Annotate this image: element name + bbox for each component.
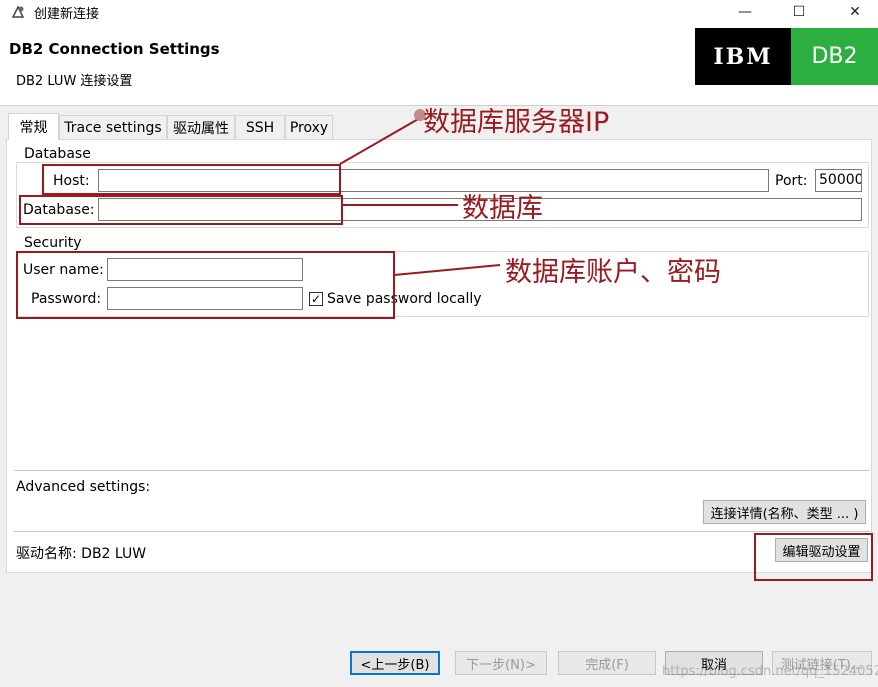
- connection-wizard-icon: [11, 5, 25, 18]
- connection-details-button[interactable]: 连接详情(名称、类型 ... ): [703, 500, 866, 524]
- database-annotation: 数据库: [462, 193, 543, 224]
- tab-general[interactable]: 常规: [8, 113, 59, 140]
- host-annotation-box: [42, 164, 341, 195]
- page-subtitle: DB2 LUW 连接设置: [16, 74, 133, 89]
- page-title: DB2 Connection Settings: [9, 40, 220, 58]
- port-label: Port:: [775, 173, 808, 189]
- tab-proxy[interactable]: Proxy: [285, 115, 333, 139]
- port-input[interactable]: 50000: [815, 169, 862, 192]
- window-title: 创建新连接: [34, 7, 100, 22]
- db2-logo: DB2: [791, 28, 878, 85]
- security-group-label: Security: [22, 235, 84, 251]
- database-annotation-box: [19, 195, 343, 225]
- close-button[interactable]: ✕: [832, 0, 878, 24]
- driver-name-label: 驱动名称: DB2 LUW: [16, 546, 147, 562]
- ibm-logo: IBM: [695, 28, 791, 85]
- tab-trace-settings[interactable]: Trace settings: [59, 115, 167, 139]
- account-annotation: 数据库账户、密码: [505, 257, 721, 288]
- separator: [14, 470, 870, 471]
- window-titlebar: 创建新连接 — ☐ ✕: [0, 0, 878, 24]
- finish-button[interactable]: 完成(F): [558, 651, 656, 675]
- account-annotation-box: [16, 251, 395, 319]
- minimize-button[interactable]: —: [722, 0, 768, 24]
- tab-driver-properties[interactable]: 驱动属性: [167, 115, 235, 139]
- watermark: https://blog.csdn.net/qq_1524052: [662, 664, 878, 679]
- next-button[interactable]: 下一步(N)>: [455, 651, 547, 675]
- server-ip-annotation: 数据库服务器IP: [423, 107, 610, 138]
- maximize-button[interactable]: ☐: [776, 0, 822, 24]
- separator: [14, 531, 870, 532]
- wizard-header: DB2 Connection Settings DB2 LUW 连接设置 IBM…: [0, 24, 878, 106]
- database-group-label: Database: [22, 146, 93, 162]
- tab-ssh[interactable]: SSH: [235, 115, 285, 139]
- edit-driver-annotation-box: [754, 533, 873, 581]
- advanced-settings-label: Advanced settings:: [16, 479, 151, 495]
- back-button[interactable]: <上一步(B): [350, 651, 440, 675]
